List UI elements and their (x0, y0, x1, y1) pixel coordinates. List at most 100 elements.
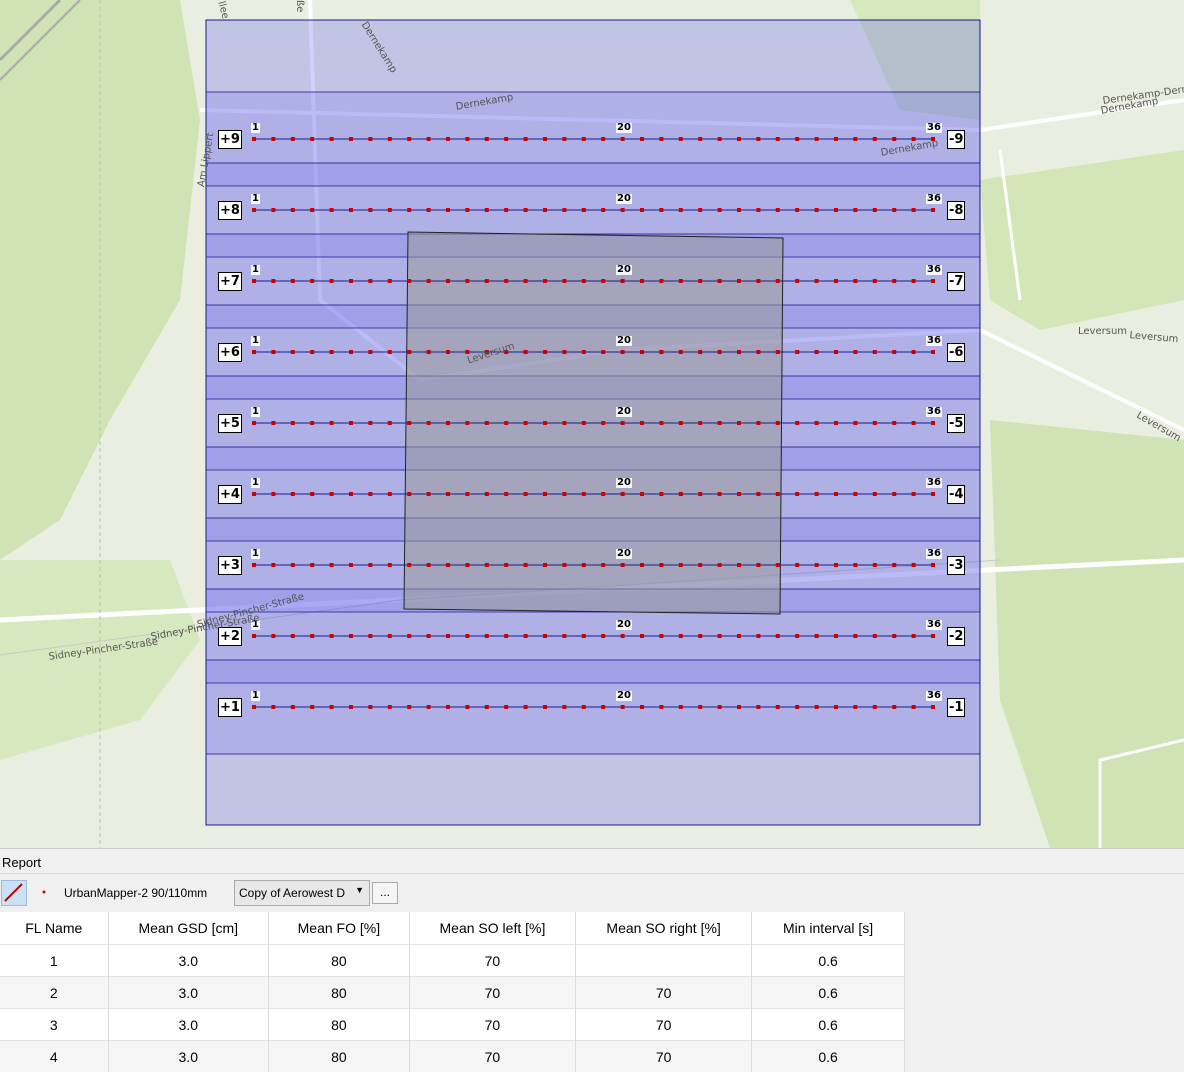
table-row[interactable]: 13.080700.6 (0, 945, 905, 977)
photo-number-label: 1 (251, 265, 260, 275)
photo-center (912, 350, 916, 354)
column-header[interactable]: Min interval [s] (752, 912, 905, 945)
table-cell: 80 (268, 1009, 409, 1041)
photo-center (543, 421, 547, 425)
flight-line-start-label: +5 (218, 414, 242, 433)
photo-center (698, 492, 702, 496)
column-header[interactable]: Mean SO right [%] (576, 912, 752, 945)
photo-center (718, 137, 722, 141)
photo-center (388, 492, 392, 496)
column-header[interactable]: Mean FO [%] (268, 912, 409, 945)
photo-center (271, 705, 275, 709)
photo-center (524, 279, 528, 283)
photo-center (776, 279, 780, 283)
photo-number-label: 1 (251, 194, 260, 204)
table-row[interactable]: 23.08070700.6 (0, 977, 905, 1009)
photo-center (330, 492, 334, 496)
photo-center (601, 705, 605, 709)
photo-center (737, 137, 741, 141)
photo-center (504, 279, 508, 283)
photo-center (310, 563, 314, 567)
column-header[interactable]: Mean GSD [cm] (108, 912, 268, 945)
photo-center (853, 350, 857, 354)
table-cell: 3 (0, 1009, 108, 1041)
photo-center (873, 421, 877, 425)
photo-center (330, 208, 334, 212)
table-cell: 1 (0, 945, 108, 977)
photo-center (349, 279, 353, 283)
point-tool-button[interactable] (32, 880, 56, 904)
photo-center (368, 350, 372, 354)
photo-center (485, 208, 489, 212)
photo-center (892, 705, 896, 709)
photo-center (427, 279, 431, 283)
photo-center (388, 350, 392, 354)
column-header[interactable]: FL Name (0, 912, 108, 945)
column-header[interactable]: Mean SO left [%] (409, 912, 575, 945)
photo-center (582, 634, 586, 638)
point-icon (32, 880, 56, 904)
photo-number-label: 36 (926, 336, 942, 346)
photo-center (485, 137, 489, 141)
photo-center (892, 634, 896, 638)
photo-center (640, 634, 644, 638)
photo-center (776, 137, 780, 141)
photo-center (562, 208, 566, 212)
flight-line-start-label: +7 (218, 272, 242, 291)
photo-center (698, 350, 702, 354)
photo-center (815, 421, 819, 425)
table-row[interactable]: 43.08070700.6 (0, 1041, 905, 1072)
photo-center (271, 492, 275, 496)
photo-center (659, 279, 663, 283)
photo-center (271, 634, 275, 638)
photo-center (834, 350, 838, 354)
photo-center (737, 705, 741, 709)
photo-center (524, 492, 528, 496)
photo-center (931, 350, 935, 354)
photo-center (252, 705, 256, 709)
photo-center (621, 279, 625, 283)
profile-dropdown[interactable]: Copy of Aerowest D ▼ (234, 880, 370, 906)
photo-center (815, 350, 819, 354)
photo-center (737, 421, 741, 425)
photo-center (388, 634, 392, 638)
flight-line-end-label: -4 (947, 485, 965, 504)
more-button[interactable]: ... (372, 882, 398, 904)
photo-center (795, 705, 799, 709)
photo-center (853, 137, 857, 141)
photo-center (776, 208, 780, 212)
photo-center (388, 208, 392, 212)
table-cell: 70 (409, 977, 575, 1009)
map-view[interactable]: +9-912036+8-812036+7-712036+6-612036+5-5… (0, 0, 1184, 848)
photo-number-label: 36 (926, 620, 942, 630)
table-cell: 4 (0, 1041, 108, 1072)
table-row[interactable]: 33.08070700.6 (0, 1009, 905, 1041)
photo-center (291, 492, 295, 496)
photo-center (407, 137, 411, 141)
photo-center (465, 563, 469, 567)
photo-number-label: 1 (251, 336, 260, 346)
photo-center (834, 705, 838, 709)
photo-center (601, 634, 605, 638)
photo-center (679, 208, 683, 212)
photo-center (621, 563, 625, 567)
photo-center (485, 492, 489, 496)
photo-center (834, 634, 838, 638)
flight-line-start-label: +8 (218, 201, 242, 220)
report-title: Report (0, 849, 1184, 874)
photo-center (892, 563, 896, 567)
photo-center (562, 634, 566, 638)
map-canvas[interactable] (0, 0, 1184, 848)
draw-line-tool-button[interactable] (1, 880, 27, 906)
photo-center (582, 279, 586, 283)
photo-center (698, 563, 702, 567)
photo-center (601, 208, 605, 212)
photo-center (427, 350, 431, 354)
photo-center (815, 705, 819, 709)
photo-center (815, 492, 819, 496)
photo-center (524, 634, 528, 638)
photo-center (562, 492, 566, 496)
photo-center (504, 421, 508, 425)
photo-center (407, 350, 411, 354)
photo-center (310, 137, 314, 141)
